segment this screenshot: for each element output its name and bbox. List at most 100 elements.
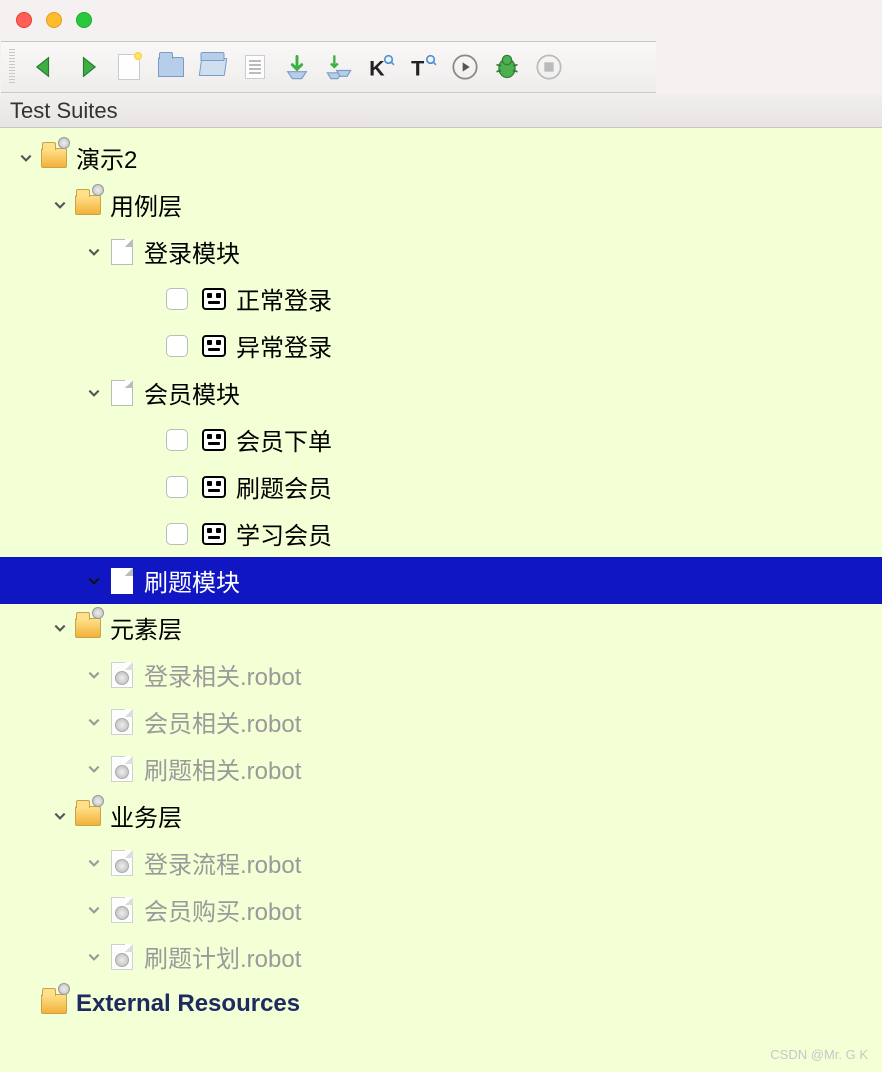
tree-item-resource[interactable]: 登录相关.robot: [0, 651, 882, 698]
panel-title: Test Suites: [10, 98, 118, 124]
robot-icon: [200, 521, 228, 547]
testcase-checkbox[interactable]: [166, 523, 188, 545]
tree-label: 刷题会员: [236, 469, 332, 504]
tree-item-testcase[interactable]: 正常登录: [0, 275, 882, 322]
open-folder-button[interactable]: [157, 53, 185, 81]
tree-item-folder[interactable]: 业务层: [0, 792, 882, 839]
tree-label: 会员下单: [236, 422, 332, 457]
tree-label: 登录流程.robot: [144, 845, 301, 880]
tree-item-external-resources[interactable]: External Resources: [0, 980, 882, 1027]
tree-label: External Resources: [76, 990, 300, 1018]
tree-label: 用例层: [110, 187, 182, 222]
expand-toggle[interactable]: [86, 855, 102, 871]
tree-item-resource[interactable]: 登录流程.robot: [0, 839, 882, 886]
resource-file-icon: [108, 709, 136, 735]
tree-label: 业务层: [110, 798, 182, 833]
document-button[interactable]: [241, 53, 269, 81]
tree-view[interactable]: 演示2 用例层 登录模块 正常登录 异常登录 会员模块 会员下单: [0, 128, 882, 1072]
tree-label: 登录相关.robot: [144, 657, 301, 692]
toolbar-grip[interactable]: [9, 49, 15, 85]
tree-label: 异常登录: [236, 328, 332, 363]
stop-button[interactable]: [535, 53, 563, 81]
tree-item-suite[interactable]: 会员模块: [0, 369, 882, 416]
toolbar: K T: [1, 41, 656, 93]
text-search-button[interactable]: T: [409, 53, 437, 81]
resource-file-icon: [108, 850, 136, 876]
tree-item-folder[interactable]: 用例层: [0, 181, 882, 228]
robot-icon: [200, 427, 228, 453]
tree-label: 登录模块: [144, 234, 240, 269]
tree-item-resource[interactable]: 会员购买.robot: [0, 886, 882, 933]
expand-toggle[interactable]: [52, 620, 68, 636]
tree-label: 会员购买.robot: [144, 892, 301, 927]
tree-item-resource[interactable]: 会员相关.robot: [0, 698, 882, 745]
robot-icon: [200, 286, 228, 312]
keyword-search-button[interactable]: K: [367, 53, 395, 81]
expand-toggle[interactable]: [86, 667, 102, 683]
tree-item-root[interactable]: 演示2: [0, 134, 882, 181]
folder-icon: [74, 615, 102, 641]
window-titlebar: [0, 0, 882, 40]
save-button[interactable]: [283, 53, 311, 81]
tree-item-suite-selected[interactable]: 刷题模块: [0, 557, 882, 604]
robot-icon: [200, 474, 228, 500]
expand-toggle[interactable]: [86, 573, 102, 589]
testcase-checkbox[interactable]: [166, 288, 188, 310]
tree-item-resource[interactable]: 刷题相关.robot: [0, 745, 882, 792]
tree-item-folder[interactable]: 元素层: [0, 604, 882, 651]
file-icon: [108, 568, 136, 594]
resource-file-icon: [108, 756, 136, 782]
close-window-button[interactable]: [16, 12, 32, 28]
folder-icon: [40, 991, 68, 1017]
tree-label: 正常登录: [236, 281, 332, 316]
tree-item-testcase[interactable]: 学习会员: [0, 510, 882, 557]
tree-label: 学习会员: [236, 516, 332, 551]
forward-button[interactable]: [73, 53, 101, 81]
tree-item-resource[interactable]: 刷题计划.robot: [0, 933, 882, 980]
tree-label: 刷题相关.robot: [144, 751, 301, 786]
open-folder-2-button[interactable]: [199, 53, 227, 81]
tree-label: 刷题模块: [144, 563, 240, 598]
maximize-window-button[interactable]: [76, 12, 92, 28]
resource-file-icon: [108, 944, 136, 970]
expand-toggle[interactable]: [86, 244, 102, 260]
svg-text:T: T: [411, 57, 424, 81]
expand-toggle[interactable]: [86, 385, 102, 401]
tree-item-suite[interactable]: 登录模块: [0, 228, 882, 275]
expand-toggle[interactable]: [52, 808, 68, 824]
folder-icon: [40, 145, 68, 171]
tree-label: 会员相关.robot: [144, 704, 301, 739]
folder-icon: [74, 192, 102, 218]
folder-icon: [74, 803, 102, 829]
minimize-window-button[interactable]: [46, 12, 62, 28]
expand-toggle[interactable]: [86, 761, 102, 777]
testcase-checkbox[interactable]: [166, 429, 188, 451]
resource-file-icon: [108, 662, 136, 688]
tree-item-testcase[interactable]: 刷题会员: [0, 463, 882, 510]
tree-label: 会员模块: [144, 375, 240, 410]
expand-toggle[interactable]: [52, 197, 68, 213]
expand-toggle[interactable]: [86, 714, 102, 730]
save-all-button[interactable]: [325, 53, 353, 81]
resource-file-icon: [108, 897, 136, 923]
debug-button[interactable]: [493, 53, 521, 81]
new-file-button[interactable]: [115, 53, 143, 81]
robot-icon: [200, 333, 228, 359]
tree-label: 元素层: [110, 610, 182, 645]
svg-text:K: K: [369, 57, 385, 81]
expand-toggle[interactable]: [18, 150, 34, 166]
panel-header: Test Suites: [0, 94, 882, 128]
file-icon: [108, 380, 136, 406]
tree-item-testcase[interactable]: 异常登录: [0, 322, 882, 369]
expand-toggle[interactable]: [86, 949, 102, 965]
tree-item-testcase[interactable]: 会员下单: [0, 416, 882, 463]
file-icon: [108, 239, 136, 265]
testcase-checkbox[interactable]: [166, 335, 188, 357]
expand-toggle[interactable]: [86, 902, 102, 918]
testcase-checkbox[interactable]: [166, 476, 188, 498]
tree-label: 演示2: [76, 140, 137, 175]
back-button[interactable]: [31, 53, 59, 81]
tree-label: 刷题计划.robot: [144, 939, 301, 974]
watermark: CSDN @Mr. G K: [770, 1047, 868, 1062]
run-button[interactable]: [451, 53, 479, 81]
